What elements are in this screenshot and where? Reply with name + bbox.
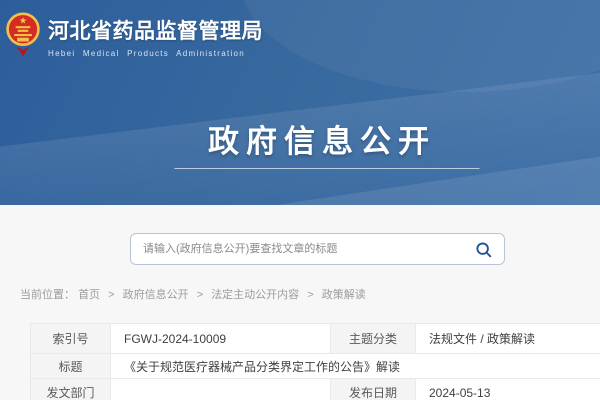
banner-curve-decoration: [240, 0, 600, 92]
breadcrumb-separator: >: [197, 289, 203, 301]
index-code-value: FGWJ-2024-10009: [111, 324, 331, 354]
search-box: [130, 233, 505, 265]
issuing-department-label: 发文部门: [31, 379, 111, 400]
banner: ★ 河北省药品监督管理局 Hebei Medical Products Admi…: [0, 0, 600, 205]
table-row: 标题 《关于规范医疗器械产品分类界定工作的公告》解读: [31, 354, 600, 379]
china-national-emblem-icon: ★: [6, 9, 40, 58]
search-button[interactable]: [462, 234, 504, 264]
breadcrumb-item-legal[interactable]: 法定主动公开内容: [211, 289, 299, 301]
doc-title-value: 《关于规范医疗器械产品分类界定工作的公告》解读: [111, 354, 600, 379]
breadcrumb: 当前位置： 首页 > 政府信息公开 > 法定主动公开内容 > 政策解读: [20, 286, 600, 302]
page-root: ★ 河北省药品监督管理局 Hebei Medical Products Admi…: [0, 0, 600, 400]
index-code-label: 索引号: [31, 324, 111, 354]
breadcrumb-label: 当前位置：: [20, 289, 75, 301]
topic-category-value: 法规文件 / 政策解读: [416, 324, 600, 354]
breadcrumb-item-info[interactable]: 政府信息公开: [123, 289, 189, 301]
table-row: 索引号 FGWJ-2024-10009 主题分类 法规文件 / 政策解读: [31, 324, 600, 354]
title-underline: [175, 168, 480, 169]
breadcrumb-separator: >: [108, 289, 114, 301]
svg-text:★: ★: [19, 15, 27, 25]
site-name: 河北省药品监督管理局: [48, 15, 263, 45]
site-name-en: Hebei Medical Products Administration: [48, 49, 263, 58]
search-icon: [475, 241, 492, 258]
document-info-table: 索引号 FGWJ-2024-10009 主题分类 法规文件 / 政策解读 标题 …: [30, 323, 600, 400]
breadcrumb-item-home[interactable]: 首页: [78, 289, 100, 301]
page-title: 政府信息公开: [22, 116, 600, 161]
doc-title-label: 标题: [31, 354, 111, 379]
topic-category-label: 主题分类: [331, 324, 416, 354]
search-input[interactable]: [131, 234, 462, 264]
site-logo-header[interactable]: ★ 河北省药品监督管理局 Hebei Medical Products Admi…: [6, 9, 263, 58]
content-area: 当前位置： 首页 > 政府信息公开 > 法定主动公开内容 > 政策解读 索引号 …: [0, 233, 600, 400]
publish-date-label: 发布日期: [331, 379, 416, 400]
table-row: 发文部门 发布日期 2024-05-13: [31, 379, 600, 400]
site-titles: 河北省药品监督管理局 Hebei Medical Products Admini…: [48, 9, 263, 58]
publish-date-value: 2024-05-13: [416, 379, 600, 400]
issuing-department-value: [111, 379, 331, 400]
breadcrumb-item-policy[interactable]: 政策解读: [322, 289, 366, 301]
breadcrumb-separator: >: [307, 289, 313, 301]
